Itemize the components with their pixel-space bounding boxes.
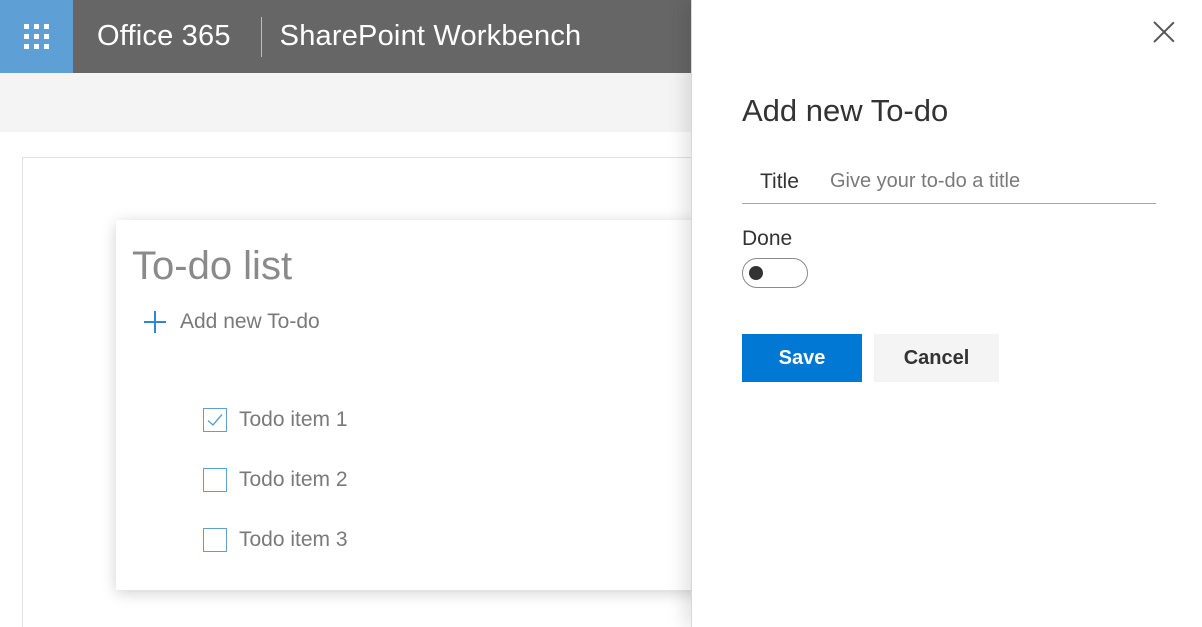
- done-label: Done: [742, 227, 793, 250]
- todo-item-3-label: Todo item 3: [239, 528, 348, 551]
- office-brand-link[interactable]: Office 365: [97, 20, 231, 53]
- waffle-icon: [24, 24, 49, 49]
- todo-item-2: Todo item 2: [203, 450, 348, 510]
- done-toggle[interactable]: [742, 258, 808, 288]
- suite-bar: Office 365 SharePoint Workbench: [0, 0, 692, 73]
- todo-list: Todo item 1 Todo item 2 Todo item 3: [203, 390, 348, 570]
- cancel-button[interactable]: Cancel: [874, 334, 999, 382]
- command-bar: [0, 73, 692, 132]
- workbench-page: Office 365 SharePoint Workbench To-do li…: [0, 0, 1202, 627]
- todo-item-1-label: Todo item 1: [239, 408, 348, 431]
- webpart-title: To-do list: [132, 244, 293, 288]
- toggle-knob: [749, 266, 763, 280]
- title-label: Title: [760, 169, 799, 193]
- panel-heading: Add new To-do: [742, 93, 949, 128]
- save-button[interactable]: Save: [742, 334, 862, 382]
- todo-item-2-label: Todo item 2: [239, 468, 348, 491]
- todo-item-1: Todo item 1: [203, 390, 348, 450]
- todo-item-1-checkbox[interactable]: [203, 408, 227, 432]
- todo-item-3: Todo item 3: [203, 510, 348, 570]
- add-todo-panel: Add new To-do Title Done Save Cancel: [691, 0, 1202, 627]
- title-input[interactable]: [830, 170, 1156, 193]
- checkmark-icon: [207, 414, 223, 427]
- todo-webpart: To-do list Add new To-do Todo item 1 Tod…: [116, 220, 716, 590]
- app-title: SharePoint Workbench: [279, 20, 582, 52]
- app-launcher-button[interactable]: [0, 0, 73, 73]
- add-todo-button[interactable]: Add new To-do: [144, 310, 320, 334]
- add-todo-label: Add new To-do: [180, 310, 320, 333]
- plus-icon: [144, 311, 166, 333]
- title-field: Title: [742, 160, 1156, 204]
- close-panel-button[interactable]: [1152, 20, 1176, 44]
- todo-item-3-checkbox[interactable]: [203, 528, 227, 552]
- header-divider: [260, 16, 262, 57]
- todo-item-2-checkbox[interactable]: [203, 468, 227, 492]
